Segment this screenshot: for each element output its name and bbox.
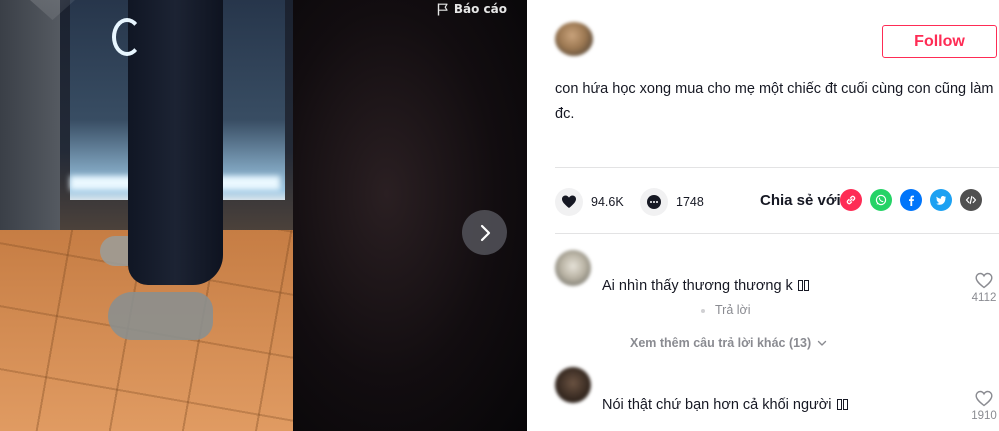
separator-dot xyxy=(701,309,705,313)
report-label: Báo cáo xyxy=(453,2,507,16)
commenter-avatar[interactable] xyxy=(555,250,591,286)
comment-like-count: 1910 xyxy=(971,410,997,422)
comment-like-count: 4112 xyxy=(971,292,997,304)
comment-count: 1748 xyxy=(676,195,704,209)
heart-outline-icon xyxy=(975,390,993,407)
share-facebook-button[interactable] xyxy=(900,189,922,211)
flag-icon xyxy=(437,3,448,15)
video-frame-legs xyxy=(128,0,223,285)
comment-item: Ai nhìn thấy thương thương k 4112 Trả lờ… xyxy=(555,248,999,358)
whatsapp-icon xyxy=(875,194,887,206)
follow-button[interactable]: Follow xyxy=(882,25,997,58)
video-frame-sandal xyxy=(108,292,213,340)
reply-button[interactable]: Trả lời xyxy=(715,303,751,317)
comment-action[interactable]: 1748 xyxy=(640,188,704,216)
share-icons xyxy=(840,189,982,211)
comment-button[interactable] xyxy=(640,188,668,216)
like-count: 94.6K xyxy=(591,195,624,209)
side-panel: Follow con hứa học xong mua cho mẹ một c… xyxy=(527,0,999,431)
share-label: Chia sẻ với xyxy=(760,192,841,209)
view-more-replies[interactable]: Xem thêm câu trả lời khác (13) xyxy=(630,336,827,350)
share-embed-button[interactable] xyxy=(960,189,982,211)
comment-text: Nói thật chứ bạn hơn cả khối người xyxy=(602,397,848,413)
heart-outline-icon xyxy=(975,272,993,289)
author-avatar[interactable] xyxy=(555,22,593,56)
comment-item: Nói thật chứ bạn hơn cả khối người 1910 xyxy=(555,366,999,431)
next-video-button[interactable] xyxy=(462,210,507,255)
video-caption: con hứa học xong mua cho mẹ một chiếc đt… xyxy=(555,81,994,122)
emoji-glyph xyxy=(842,399,848,410)
divider xyxy=(555,233,999,234)
link-icon xyxy=(846,195,856,205)
report-button[interactable]: Báo cáo xyxy=(437,2,507,16)
share-twitter-button[interactable] xyxy=(930,189,952,211)
like-button[interactable] xyxy=(555,188,583,216)
comment-like[interactable]: 4112 xyxy=(969,272,999,304)
commenter-avatar[interactable] xyxy=(555,367,591,403)
emoji-glyph xyxy=(836,399,842,410)
view-more-replies-label: Xem thêm câu trả lời khác (13) xyxy=(630,336,812,350)
embed-code-icon xyxy=(965,195,977,205)
divider xyxy=(555,167,999,168)
heart-icon xyxy=(562,195,576,208)
share-whatsapp-button[interactable] xyxy=(870,189,892,211)
twitter-icon xyxy=(936,196,946,205)
comment-text: Ai nhìn thấy thương thương k xyxy=(602,278,809,294)
emoji-glyph xyxy=(797,280,803,291)
comment-bubble-icon xyxy=(647,195,661,209)
chevron-right-icon xyxy=(480,224,490,241)
video-player[interactable]: Báo cáo xyxy=(0,0,527,431)
comment-like[interactable]: 1910 xyxy=(969,390,999,422)
share-link-button[interactable] xyxy=(840,189,862,211)
like-action[interactable]: 94.6K xyxy=(555,188,624,216)
chevron-down-icon xyxy=(817,340,827,346)
emoji-glyph xyxy=(803,280,809,291)
facebook-icon xyxy=(909,195,914,206)
video-frame-ring-light xyxy=(112,18,142,56)
